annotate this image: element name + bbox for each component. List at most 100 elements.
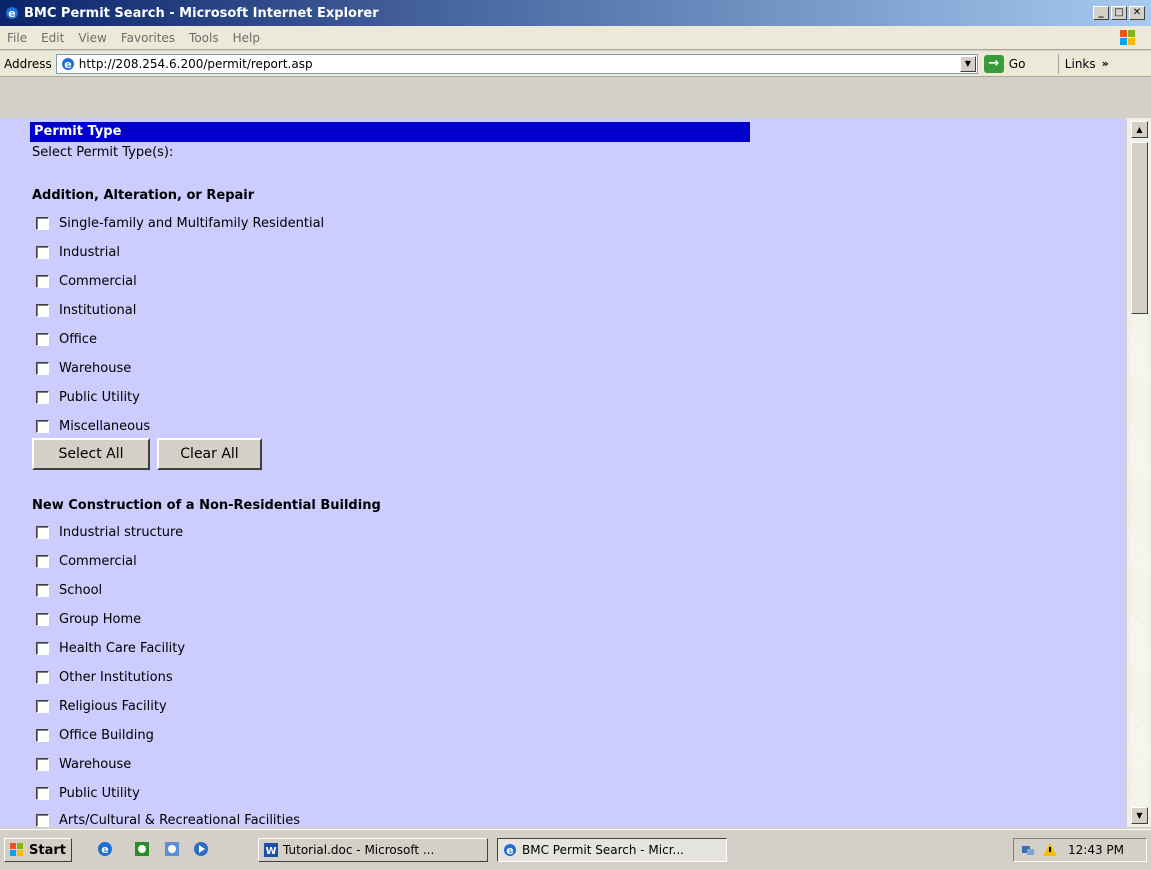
scroll-up-icon[interactable]: ▲: [1131, 121, 1148, 138]
option-label: Health Care Facility: [59, 640, 186, 656]
checkbox[interactable]: [36, 554, 49, 568]
media-player-icon[interactable]: [192, 840, 210, 858]
permit-option[interactable]: Public Utility: [36, 784, 140, 802]
permit-option[interactable]: Health Care Facility: [36, 639, 185, 657]
address-label: Address: [4, 56, 52, 71]
option-label: School: [59, 582, 103, 598]
permit-option[interactable]: Commercial: [36, 552, 137, 570]
checkbox[interactable]: [36, 390, 49, 404]
checkbox[interactable]: [36, 612, 49, 626]
svg-text:e: e: [506, 844, 513, 857]
address-input[interactable]: e http://208.254.6.200/permit/report.asp…: [55, 53, 978, 74]
task-label: Tutorial.doc - Microsoft ...: [283, 843, 435, 857]
option-label: Arts/Cultural & Recreational Facilities: [59, 812, 301, 828]
checkbox[interactable]: [36, 216, 49, 230]
permit-option[interactable]: Industrial: [36, 243, 120, 261]
permit-option[interactable]: Miscellaneous: [36, 417, 150, 435]
option-label: Other Institutions: [59, 669, 173, 685]
address-bar: Address e http://208.254.6.200/permit/re…: [0, 51, 1151, 77]
option-label: Office Building: [59, 727, 154, 743]
minimize-button[interactable]: _: [1093, 6, 1109, 20]
task-bmc-permit-search[interactable]: e BMC Permit Search - Micr...: [497, 838, 727, 862]
menu-bar: File Edit View Favorites Tools Help: [0, 26, 1151, 50]
menu-view[interactable]: View: [71, 31, 113, 45]
address-dropdown-icon[interactable]: ▼: [959, 55, 976, 72]
permit-option[interactable]: Warehouse: [36, 755, 131, 773]
page-viewport[interactable]: Permit Type Select Permit Type(s): Addit…: [0, 118, 1126, 827]
scroll-track[interactable]: [1131, 314, 1148, 807]
windows-flag-icon: [10, 843, 23, 856]
browser-content: Permit Type Select Permit Type(s): Addit…: [0, 118, 1151, 827]
section-title: Addition, Alteration, or Repair: [32, 188, 255, 203]
permit-option[interactable]: Religious Facility: [36, 697, 167, 715]
checkbox[interactable]: [36, 332, 49, 346]
menu-tools[interactable]: Tools: [182, 31, 226, 45]
start-button[interactable]: Start: [4, 838, 72, 862]
permit-option[interactable]: School: [36, 581, 102, 599]
internet-explorer-icon[interactable]: e: [96, 840, 114, 858]
section-title: New Construction of a Non-Residential Bu…: [32, 498, 381, 513]
svg-text:e: e: [64, 58, 71, 71]
checkbox[interactable]: [36, 641, 49, 655]
checkbox[interactable]: [36, 583, 49, 597]
start-label: Start: [29, 842, 66, 858]
clear-all-button[interactable]: Clear All: [157, 438, 262, 470]
links-button[interactable]: Links »: [1057, 53, 1109, 74]
permit-option[interactable]: Industrial structure: [36, 523, 183, 541]
select-all-button[interactable]: Select All: [32, 438, 150, 470]
scroll-thumb[interactable]: [1131, 142, 1148, 314]
menu-edit[interactable]: Edit: [34, 31, 71, 45]
permit-option[interactable]: Arts/Cultural & Recreational Facilities: [36, 811, 300, 827]
go-label: Go: [1008, 56, 1026, 71]
security-alert-icon[interactable]: [1042, 842, 1058, 858]
maximize-button[interactable]: □: [1111, 6, 1127, 20]
checkbox[interactable]: [36, 757, 49, 771]
menu-favorites[interactable]: Favorites: [114, 31, 182, 45]
word-document-icon: W: [264, 843, 278, 857]
svg-text:e: e: [101, 843, 108, 856]
task-tutorial-doc[interactable]: W Tutorial.doc - Microsoft ...: [258, 838, 488, 862]
permit-option[interactable]: Group Home: [36, 610, 141, 628]
vertical-scrollbar[interactable]: ▲ ▼: [1126, 118, 1151, 827]
checkbox[interactable]: [36, 670, 49, 684]
checkbox[interactable]: [36, 245, 49, 259]
option-label: Single-family and Multifamily Residentia…: [59, 215, 325, 231]
outlook-icon[interactable]: [133, 840, 151, 858]
option-label: Office: [59, 331, 97, 347]
checkbox[interactable]: [36, 419, 49, 433]
go-button[interactable]: → Go: [983, 54, 1044, 73]
checkbox[interactable]: [36, 525, 49, 539]
menu-help[interactable]: Help: [226, 31, 267, 45]
internet-explorer-icon: e: [6, 7, 18, 20]
task-label: BMC Permit Search - Micr...: [522, 843, 684, 857]
option-label: Religious Facility: [59, 698, 167, 714]
checkbox[interactable]: [36, 274, 49, 288]
checkbox[interactable]: [36, 361, 49, 375]
permit-option[interactable]: Institutional: [36, 301, 136, 319]
option-label: Warehouse: [59, 756, 132, 772]
permit-option[interactable]: Commercial: [36, 272, 137, 290]
permit-option[interactable]: Single-family and Multifamily Residentia…: [36, 214, 324, 232]
title-bar: e BMC Permit Search - Microsoft Internet…: [0, 0, 1151, 26]
option-label: Commercial: [59, 553, 137, 569]
permit-option[interactable]: Office: [36, 330, 97, 348]
permit-option[interactable]: Public Utility: [36, 388, 140, 406]
option-label: Industrial: [59, 244, 120, 260]
network-icon[interactable]: [1020, 842, 1036, 858]
checkbox[interactable]: [36, 303, 49, 317]
permit-option[interactable]: Warehouse: [36, 359, 131, 377]
permit-option[interactable]: Office Building: [36, 726, 154, 744]
checkbox[interactable]: [36, 786, 49, 800]
close-button[interactable]: ✕: [1129, 6, 1145, 20]
links-chevron-icon: »: [1101, 57, 1109, 70]
option-label: Public Utility: [59, 389, 140, 405]
menu-file[interactable]: File: [0, 31, 34, 45]
taskbar: Start e W Tutorial.doc - Microsoft ... e…: [0, 829, 1151, 869]
browser-shortcut-icon[interactable]: [163, 840, 181, 858]
checkbox[interactable]: [36, 728, 49, 742]
option-label: Public Utility: [59, 785, 140, 801]
permit-option[interactable]: Other Institutions: [36, 668, 173, 686]
checkbox[interactable]: [36, 813, 49, 827]
scroll-down-icon[interactable]: ▼: [1131, 807, 1148, 824]
checkbox[interactable]: [36, 699, 49, 713]
